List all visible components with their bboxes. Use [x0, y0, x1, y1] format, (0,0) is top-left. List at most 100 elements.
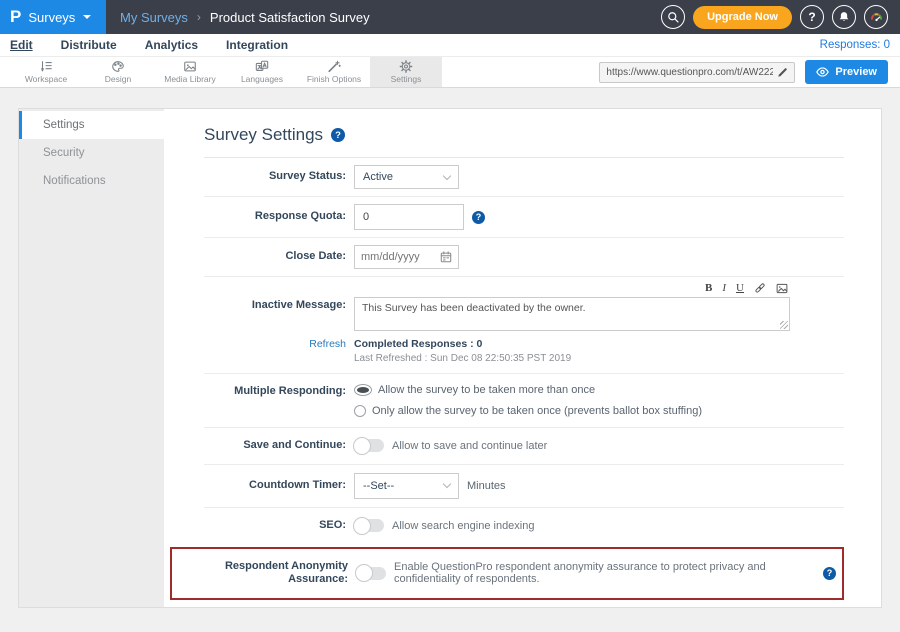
- usage-meter-button[interactable]: [864, 5, 888, 29]
- refresh-line: Refresh Completed Responses : 0 Last Ref…: [204, 338, 844, 364]
- question-mark-icon: ?: [808, 10, 815, 24]
- upgrade-now-button[interactable]: Upgrade Now: [693, 6, 792, 29]
- survey-status-label: Survey Status:: [204, 170, 346, 184]
- bold-button[interactable]: B: [705, 283, 712, 294]
- save-and-continue-toggle[interactable]: [354, 439, 384, 452]
- completed-responses-text: Completed Responses : 0: [354, 338, 571, 350]
- topbar-actions: Upgrade Now ?: [661, 5, 900, 29]
- edit-toolbar: Workspace Design Media Library Languages…: [0, 56, 900, 88]
- page-content: Settings Security Notifications Survey S…: [0, 88, 900, 608]
- calendar-icon: [440, 251, 452, 263]
- inactive-message-editor: B I U This Survey has been deactivated b…: [354, 281, 790, 331]
- countdown-timer-select[interactable]: --Set--: [354, 473, 459, 499]
- toolbar-item-design[interactable]: Design: [82, 57, 154, 87]
- respondent-anonymity-row: Respondent Anonymity Assurance: Enable Q…: [170, 547, 844, 601]
- search-button[interactable]: [661, 5, 685, 29]
- breadcrumb: My Surveys › Product Satisfaction Survey: [120, 10, 661, 25]
- settings-card: Settings Security Notifications Survey S…: [18, 108, 882, 608]
- inactive-message-row: Inactive Message: B I U This Survey has …: [204, 277, 844, 374]
- seo-text: Allow search engine indexing: [392, 520, 534, 532]
- toolbar-items: Workspace Design Media Library Languages…: [0, 57, 599, 87]
- tab-analytics[interactable]: Analytics: [145, 38, 198, 52]
- questionpro-logo: P: [10, 7, 21, 27]
- sidebar-item-settings[interactable]: Settings: [19, 111, 164, 139]
- toolbar-item-label: Media Library: [164, 74, 216, 84]
- multiple-responding-row: Multiple Responding: Allow the survey to…: [204, 374, 844, 428]
- sidebar-item-security[interactable]: Security: [19, 139, 164, 167]
- breadcrumb-survey-title: Product Satisfaction Survey: [210, 10, 370, 25]
- italic-button[interactable]: I: [722, 283, 726, 294]
- breadcrumb-separator: ›: [197, 10, 201, 24]
- response-quota-input[interactable]: [354, 204, 464, 230]
- radio-option-once[interactable]: Only allow the survey to be taken once (…: [354, 405, 702, 417]
- pencil-icon: [777, 67, 788, 78]
- response-quota-label: Response Quota:: [204, 210, 346, 224]
- search-icon: [667, 11, 680, 24]
- toolbar-item-label: Workspace: [25, 74, 67, 84]
- notifications-button[interactable]: [832, 5, 856, 29]
- countdown-timer-value: --Set--: [363, 480, 394, 492]
- survey-nav: Edit Distribute Analytics Integration Re…: [0, 34, 900, 56]
- radio-selected-icon: [354, 384, 372, 396]
- product-switcher[interactable]: P Surveys: [0, 0, 106, 34]
- seo-label: SEO:: [204, 519, 346, 533]
- survey-status-row: Survey Status: Active: [204, 158, 844, 197]
- respondent-anonymity-text: Enable QuestionPro respondent anonymity …: [394, 561, 815, 585]
- close-date-input[interactable]: [361, 251, 436, 263]
- save-and-continue-text: Allow to save and continue later: [392, 440, 547, 452]
- respondent-anonymity-toggle[interactable]: [356, 567, 386, 580]
- radio-unselected-icon: [354, 405, 366, 417]
- resize-grip[interactable]: [780, 321, 788, 329]
- last-refreshed-text: Last Refreshed : Sun Dec 08 22:50:35 PST…: [354, 353, 571, 364]
- survey-settings-help-icon[interactable]: ?: [331, 128, 345, 142]
- rich-text-toolbar: B I U: [354, 281, 790, 297]
- survey-url-input[interactable]: [606, 67, 773, 78]
- toolbar-item-label: Finish Options: [307, 74, 361, 84]
- preview-label: Preview: [835, 66, 877, 78]
- inactive-message-textarea[interactable]: This Survey has been deactivated by the …: [354, 297, 790, 331]
- help-button[interactable]: ?: [800, 5, 824, 29]
- tab-integration[interactable]: Integration: [226, 38, 288, 52]
- multiple-responding-label: Multiple Responding:: [204, 384, 346, 399]
- toolbar-item-media-library[interactable]: Media Library: [154, 57, 226, 87]
- inactive-message-label: Inactive Message:: [204, 281, 346, 313]
- sidebar-item-notifications[interactable]: Notifications: [19, 167, 164, 195]
- chevron-down-icon: [443, 480, 451, 488]
- responses-count[interactable]: Responses: 0: [820, 39, 890, 51]
- media-library-icon: [183, 60, 197, 73]
- settings-main: Survey Settings ? Survey Status: Active …: [164, 109, 881, 607]
- countdown-timer-row: Countdown Timer: --Set-- Minutes: [204, 465, 844, 508]
- preview-button[interactable]: Preview: [805, 60, 888, 84]
- tab-distribute[interactable]: Distribute: [61, 38, 117, 52]
- link-icon[interactable]: [754, 282, 766, 294]
- survey-status-value: Active: [363, 171, 393, 183]
- underline-button[interactable]: U: [736, 283, 744, 294]
- tab-edit[interactable]: Edit: [10, 38, 33, 52]
- respondent-anonymity-help-icon[interactable]: ?: [823, 567, 836, 580]
- radio-option-label: Only allow the survey to be taken once (…: [372, 405, 702, 417]
- save-row: Save Changes: [204, 600, 844, 607]
- close-date-field[interactable]: [354, 245, 459, 269]
- toolbar-item-languages[interactable]: Languages: [226, 57, 298, 87]
- toolbar-right: Preview: [599, 57, 900, 87]
- chevron-down-icon: [443, 171, 451, 179]
- breadcrumb-my-surveys[interactable]: My Surveys: [120, 10, 188, 25]
- respondent-anonymity-label: Respondent Anonymity Assurance:: [178, 560, 348, 588]
- radio-option-label: Allow the survey to be taken more than o…: [378, 384, 595, 396]
- insert-image-icon[interactable]: [776, 283, 788, 294]
- response-quota-help-icon[interactable]: ?: [472, 211, 485, 224]
- seo-toggle[interactable]: [354, 519, 384, 532]
- page-title-row: Survey Settings ?: [204, 121, 844, 158]
- survey-status-select[interactable]: Active: [354, 165, 459, 189]
- toolbar-item-finish-options[interactable]: Finish Options: [298, 57, 370, 87]
- chevron-down-icon: [83, 15, 91, 19]
- bell-icon: [838, 11, 850, 23]
- toolbar-item-workspace[interactable]: Workspace: [10, 57, 82, 87]
- response-quota-row: Response Quota: ?: [204, 197, 844, 238]
- radio-option-multiple[interactable]: Allow the survey to be taken more than o…: [354, 384, 702, 396]
- refresh-link[interactable]: Refresh: [204, 338, 346, 364]
- toolbar-item-settings[interactable]: Settings: [370, 57, 442, 87]
- save-and-continue-row: Save and Continue: Allow to save and con…: [204, 428, 844, 465]
- design-palette-icon: [111, 60, 125, 73]
- edit-url-button[interactable]: [777, 67, 788, 78]
